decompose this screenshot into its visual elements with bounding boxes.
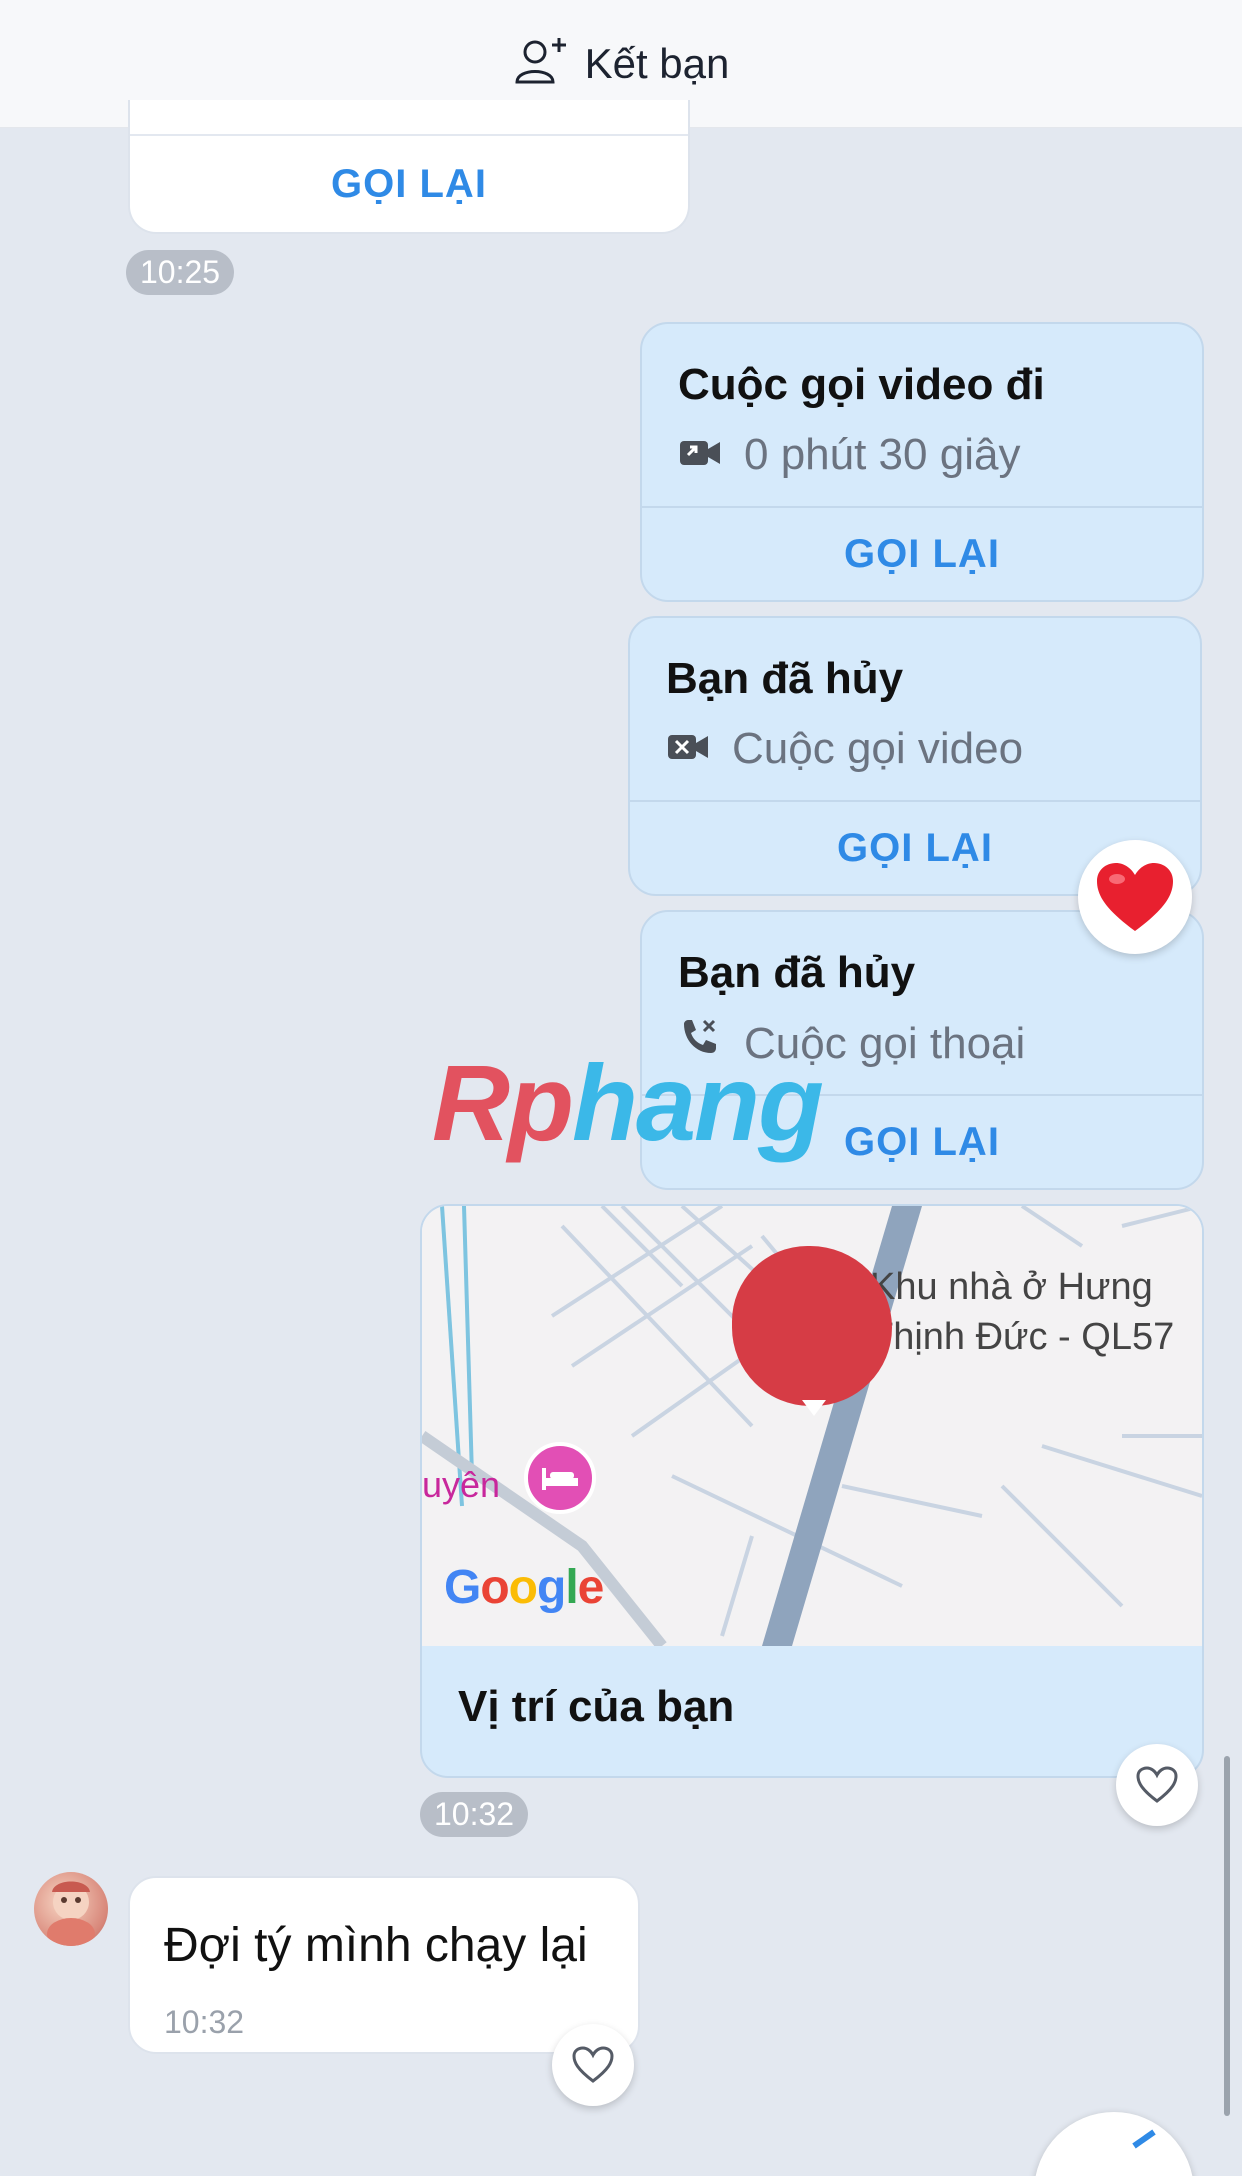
scrollbar[interactable] <box>1224 1756 1230 2116</box>
add-friend-button[interactable]: Kết bạn <box>513 36 730 91</box>
watermark-part: Rp <box>432 1042 574 1163</box>
timestamp: 10:25 <box>126 250 235 295</box>
callback-button[interactable]: GỌI LẠI <box>642 508 1202 600</box>
hotel-pin-icon <box>524 1442 596 1514</box>
place-label-line: Thịnh Đức - QL57 <box>870 1316 1175 1358</box>
call-type: Cuộc gọi video <box>732 724 1024 773</box>
heart-outline-icon <box>1136 1766 1178 1803</box>
heart-outline-icon <box>572 2046 614 2083</box>
video-call-bubble: Cuộc gọi video đi 0 phút 30 giây GỌI LẠI <box>640 322 1204 602</box>
google-logo: Google <box>444 1561 604 1614</box>
call-detail: Cuộc gọi video <box>666 724 1023 774</box>
place-label: Khu nhà ở Hưng Thịnh Đức - QL57 <box>870 1262 1174 1362</box>
map-view[interactable]: Khu nhà ở Hưng Thịnh Đức - QL57 uyên Goo… <box>422 1206 1202 1650</box>
like-button[interactable] <box>552 2024 634 2106</box>
check-icon <box>1132 2129 1156 2149</box>
location-bubble[interactable]: Khu nhà ở Hưng Thịnh Đức - QL57 uyên Goo… <box>420 1204 1204 1778</box>
place-label-line: Khu nhà ở Hưng <box>870 1266 1153 1308</box>
add-friend-label: Kết bạn <box>584 39 730 87</box>
call-title: Cuộc gọi video đi <box>678 360 1045 409</box>
add-friend-icon <box>513 36 569 91</box>
scroll-down-button[interactable] <box>1034 2112 1194 2176</box>
video-camera-icon <box>678 430 722 480</box>
call-duration: 0 phút 30 giây <box>744 430 1021 479</box>
message-text: Đợi tý mình chạy lại <box>164 1919 588 1972</box>
location-caption: Vị trí của bạn <box>458 1682 735 1731</box>
call-title: Bạn đã hủy <box>678 948 916 997</box>
call-title: Bạn đã hủy <box>666 654 904 703</box>
location-pin-redacted <box>732 1246 892 1406</box>
heart-reaction[interactable] <box>1078 840 1192 954</box>
watermark-logo: Rphang <box>432 1040 824 1165</box>
video-cancelled-icon <box>666 724 710 774</box>
avatar[interactable] <box>34 1872 108 1946</box>
incoming-message-bubble: Đợi tý mình chạy lại 10:32 <box>128 1876 640 2054</box>
watermark-part: hang <box>571 1042 824 1163</box>
message-time: 10:32 <box>164 2004 245 2040</box>
timestamp: 10:32 <box>420 1792 529 1837</box>
call-detail: 0 phút 30 giây <box>678 430 1020 480</box>
heart-icon <box>1097 863 1173 931</box>
like-button[interactable] <box>1116 1744 1198 1826</box>
poi-label: uyên <box>422 1464 501 1505</box>
prev-call-bubble: GỌI LẠI <box>128 100 690 234</box>
pin-tail <box>802 1400 826 1416</box>
callback-button[interactable]: GỌI LẠI <box>130 136 688 232</box>
avatar-image <box>47 1881 95 1946</box>
